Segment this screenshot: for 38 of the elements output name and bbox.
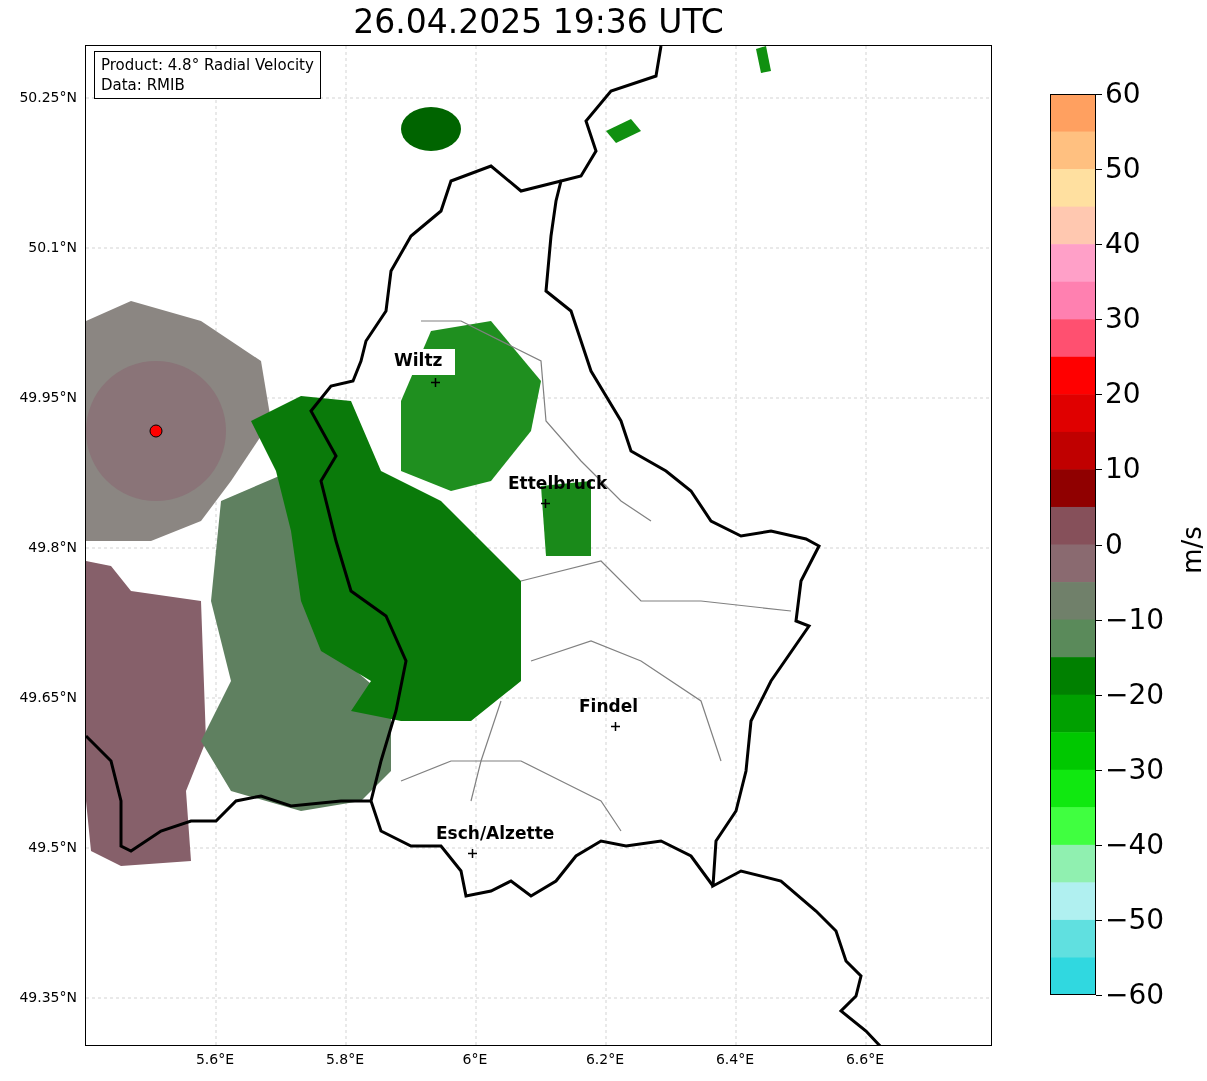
x-tick-label: 6.4°E xyxy=(714,1051,756,1067)
colorbar-tick-label: 40 xyxy=(1105,227,1141,262)
city-marker-icon xyxy=(611,722,620,731)
city-label: Esch/Alzette xyxy=(436,824,555,842)
colorbar-tick-label: −30 xyxy=(1105,752,1165,787)
colorbar-unit-label: m/s xyxy=(1176,526,1207,574)
city-label: Ettelbruck xyxy=(508,474,608,492)
colorbar-tick-label: 20 xyxy=(1105,377,1141,412)
colorbar-tick-label: 10 xyxy=(1105,452,1141,487)
chart-title: 26.04.2025 19:36 UTC xyxy=(353,2,724,43)
colorbar-tick-label: −20 xyxy=(1105,677,1165,712)
city-marker-icon xyxy=(431,378,440,387)
colorbar-tick-label: 60 xyxy=(1105,77,1141,111)
x-tick-label: 5.8°E xyxy=(324,1051,366,1067)
city-marker-icon xyxy=(541,499,550,508)
y-tick-label: 49.35°N xyxy=(19,988,77,1007)
legend-text: Product: 4.8° Radial Velocity xyxy=(101,55,314,75)
y-tick-label: 49.65°N xyxy=(19,688,77,707)
x-tick-label: 6°E xyxy=(461,1051,489,1067)
y-tick-label: 50.1°N xyxy=(28,238,77,257)
y-tick-label: 49.5°N xyxy=(28,838,77,857)
colorbar-tick-label: 0 xyxy=(1105,527,1123,562)
x-tick-label: 6.2°E xyxy=(584,1051,626,1067)
x-tick-label: 5.6°E xyxy=(194,1051,236,1067)
colorbar-tick-label: 50 xyxy=(1105,152,1141,187)
y-tick-label: 49.95°N xyxy=(19,388,77,407)
legend-text: Data: RMIB xyxy=(101,75,186,95)
colorbar-tick-label: −40 xyxy=(1105,827,1165,862)
x-tick-label: 6.6°E xyxy=(844,1051,886,1067)
y-tick-label: 49.8°N xyxy=(28,538,77,557)
colorbar-tick-label: −10 xyxy=(1105,602,1165,637)
colorbar-tick-label: −60 xyxy=(1105,978,1165,1012)
city-label: Wiltz xyxy=(394,351,443,369)
y-tick-label: 50.25°N xyxy=(19,88,77,107)
colorbar-tick-label: −50 xyxy=(1105,902,1165,937)
city-label: Findel xyxy=(579,697,639,715)
colorbar-tick-label: 30 xyxy=(1105,302,1141,337)
city-marker-icon xyxy=(468,849,477,858)
